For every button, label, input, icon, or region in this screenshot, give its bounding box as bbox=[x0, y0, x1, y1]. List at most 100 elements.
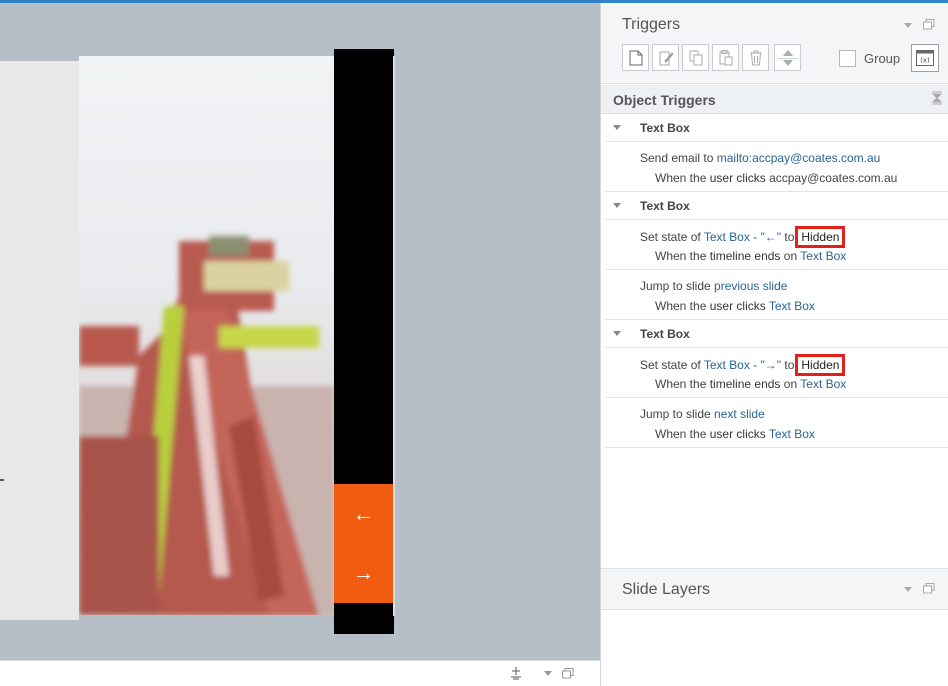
trigger-action: Set state of bbox=[640, 230, 701, 244]
condition-object-link[interactable]: Text Box bbox=[769, 299, 815, 313]
condition-prefix: When the bbox=[655, 249, 707, 263]
trigger-action-line: Set state of Text Box - "→" to Hidden bbox=[640, 354, 846, 376]
trigger-item[interactable]: Jump to slide next slide When the user c… bbox=[605, 398, 948, 448]
trigger-action-line: Jump to slide next slide bbox=[640, 407, 765, 421]
condition-prefix: When the bbox=[655, 377, 707, 391]
trigger-item[interactable]: Send email to mailto:accpay@coates.com.a… bbox=[605, 142, 948, 192]
condition-object-link[interactable]: Text Box bbox=[800, 377, 846, 391]
paste-icon bbox=[719, 50, 733, 66]
trigger-group-name: Text Box bbox=[640, 327, 690, 341]
maximize-icon[interactable] bbox=[562, 668, 574, 679]
trigger-to: to bbox=[784, 358, 795, 372]
dropdown-icon[interactable] bbox=[544, 671, 552, 677]
slide-background-photo[interactable] bbox=[79, 56, 335, 615]
trigger-target-link[interactable]: next slide bbox=[714, 407, 765, 421]
condition-object-link[interactable]: Text Box bbox=[769, 427, 815, 441]
collapse-triangle-icon[interactable] bbox=[613, 203, 621, 208]
state-hidden-highlight[interactable]: Hidden bbox=[795, 226, 846, 248]
slide-stage: ← → bbox=[0, 3, 600, 660]
slide-edge bbox=[393, 56, 395, 616]
copy-button[interactable] bbox=[682, 44, 709, 71]
previous-arrow-button[interactable]: ← bbox=[334, 501, 393, 527]
trigger-item[interactable]: Jump to slide previous slide When the us… bbox=[605, 270, 948, 320]
layers-maximize-icon[interactable] bbox=[923, 583, 935, 594]
condition-event: timeline ends bbox=[709, 377, 781, 391]
variables-button[interactable]: (x) bbox=[911, 44, 939, 72]
trigger-action: Jump to slide bbox=[640, 279, 711, 293]
trigger-condition-line: When the user clicks Text Box bbox=[655, 427, 815, 441]
trigger-group-header[interactable]: Text Box bbox=[605, 192, 948, 220]
trigger-group-header[interactable]: Text Box bbox=[605, 114, 948, 142]
move-up-down-button[interactable] bbox=[774, 44, 801, 71]
trigger-item[interactable]: Set state of Text Box - "←" to Hidden Whe… bbox=[605, 220, 948, 270]
group-label: Group bbox=[864, 51, 901, 66]
trigger-action-line: Send email to mailto:accpay@coates.com.a… bbox=[640, 151, 880, 165]
group-checkbox[interactable] bbox=[839, 50, 856, 67]
condition-event: user clicks bbox=[709, 299, 766, 313]
slide-layers-title: Slide Layers bbox=[622, 581, 711, 598]
svg-text:(x): (x) bbox=[920, 57, 930, 65]
trigger-item[interactable]: Set state of Text Box - "→" to Hidden Whe… bbox=[605, 348, 948, 398]
condition-prefix: When the bbox=[655, 299, 707, 313]
condition-prefix: When the bbox=[655, 171, 707, 185]
trigger-group-name: Text Box bbox=[640, 121, 690, 135]
navigation-buttons: ← → bbox=[334, 484, 393, 603]
timeline-bar bbox=[0, 660, 600, 686]
object-triggers-header: Object Triggers bbox=[601, 85, 948, 114]
paste-button[interactable] bbox=[712, 44, 739, 71]
collapse-triangle-icon[interactable] bbox=[613, 125, 621, 130]
layers-dropdown-icon[interactable] bbox=[904, 587, 912, 593]
trigger-group-name: Text Box bbox=[640, 199, 690, 213]
trigger-target-link[interactable]: mailto:accpay@coates.com.au bbox=[717, 151, 881, 165]
text-cursor-mark bbox=[0, 479, 4, 481]
trigger-object-link[interactable]: Text Box - "←" bbox=[704, 230, 781, 244]
new-trigger-icon bbox=[629, 50, 643, 66]
condition-event: user clicks bbox=[709, 427, 766, 441]
copy-icon bbox=[689, 50, 703, 66]
object-triggers-title: Object Triggers bbox=[613, 92, 716, 108]
slide-panel-left bbox=[0, 61, 79, 620]
condition-object: accpay@coates.com.au bbox=[769, 171, 898, 185]
move-down-icon[interactable] bbox=[783, 60, 793, 66]
trigger-list: Text Box Send email to mailto:accpay@coa… bbox=[605, 114, 948, 448]
variables-icon: (x) bbox=[916, 50, 934, 66]
condition-object-link[interactable]: Text Box bbox=[800, 249, 846, 263]
triggers-dropdown-icon[interactable] bbox=[904, 23, 912, 29]
trigger-action-line: Jump to slide previous slide bbox=[640, 279, 787, 293]
trigger-condition-line: When the timeline ends on Text Box bbox=[655, 249, 846, 263]
slide-layers-header: Slide Layers bbox=[601, 568, 948, 610]
triggers-header: Triggers Group (x) bbox=[601, 3, 948, 84]
condition-event: user clicks bbox=[709, 171, 766, 185]
trigger-action: Jump to slide bbox=[640, 407, 711, 421]
edit-trigger-button[interactable] bbox=[652, 44, 679, 71]
collapse-triangle-icon[interactable] bbox=[613, 331, 621, 336]
trigger-action: Send email to bbox=[640, 151, 714, 165]
delete-button[interactable] bbox=[742, 44, 769, 71]
condition-prefix: When the bbox=[655, 427, 707, 441]
trigger-action-line: Set state of Text Box - "←" to Hidden bbox=[640, 226, 846, 248]
state-hidden-highlight[interactable]: Hidden bbox=[795, 354, 846, 376]
condition-event: timeline ends bbox=[709, 249, 781, 263]
trigger-to: to bbox=[784, 230, 795, 244]
trigger-target-link[interactable]: previous slide bbox=[714, 279, 787, 293]
trigger-action: Set state of bbox=[640, 358, 701, 372]
triggers-maximize-icon[interactable] bbox=[923, 19, 935, 30]
new-trigger-button[interactable] bbox=[622, 44, 649, 71]
move-up-icon[interactable] bbox=[783, 50, 793, 56]
right-panel: Triggers Group (x) Object Triggers Text … bbox=[601, 3, 948, 686]
condition-on: on bbox=[783, 249, 798, 263]
condition-on: on bbox=[783, 377, 798, 391]
collapse-all-icon[interactable] bbox=[932, 91, 942, 105]
delete-icon bbox=[750, 50, 762, 66]
crane-photo-image bbox=[79, 236, 335, 615]
edit-trigger-icon bbox=[659, 51, 674, 66]
trigger-condition-line: When the timeline ends on Text Box bbox=[655, 377, 846, 391]
trigger-group-header[interactable]: Text Box bbox=[605, 320, 948, 348]
next-arrow-button[interactable]: → bbox=[334, 560, 393, 586]
triggers-title: Triggers bbox=[622, 16, 681, 33]
trigger-condition-line: When the user clicks Text Box bbox=[655, 299, 815, 313]
trigger-condition-line: When the user clicks accpay@coates.com.a… bbox=[655, 171, 897, 185]
trigger-object-link[interactable]: Text Box - "→" bbox=[704, 358, 781, 372]
updown-separator bbox=[778, 58, 797, 59]
pin-icon[interactable] bbox=[509, 666, 523, 680]
